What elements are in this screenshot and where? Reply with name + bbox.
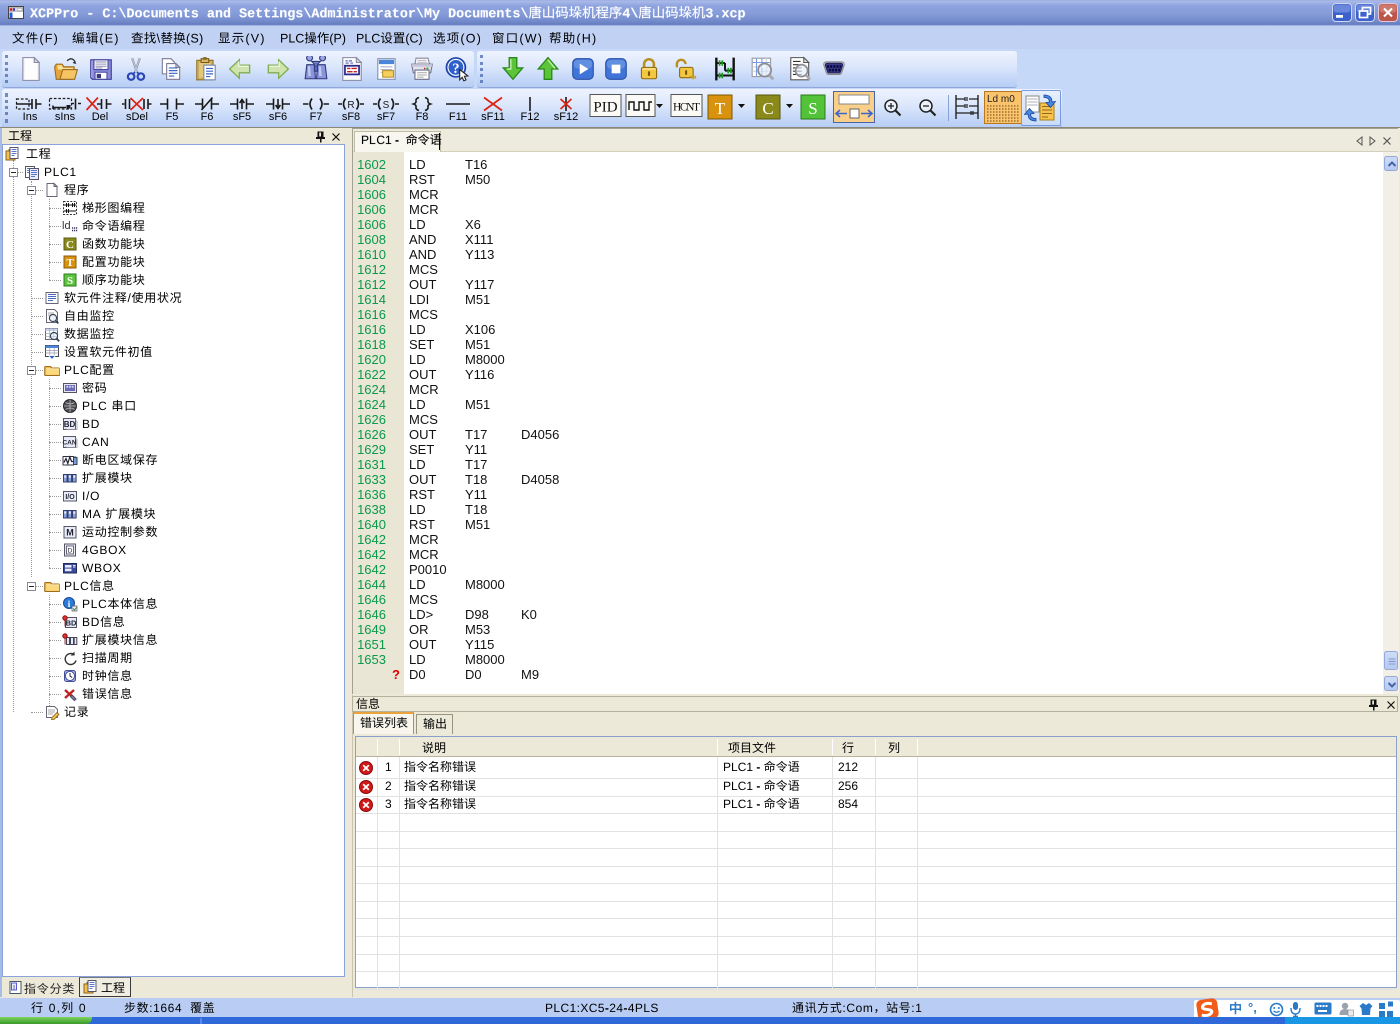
- svg-text:S: S: [808, 99, 817, 118]
- svg-text:PID: PID: [593, 100, 617, 116]
- svg-text:T: T: [66, 257, 74, 269]
- svg-text:BD: BD: [66, 619, 77, 628]
- svg-text:I: I: [13, 985, 15, 992]
- svg-text:C: C: [66, 239, 74, 251]
- svg-text:BD: BD: [64, 420, 76, 429]
- svg-text:M: M: [66, 528, 74, 538]
- svg-text:R: R: [347, 100, 354, 111]
- svg-text:C: C: [762, 99, 773, 118]
- svg-text:T: T: [715, 99, 726, 118]
- svg-text:HCNT: HCNT: [673, 102, 700, 114]
- svg-text:I/O: I/O: [65, 494, 75, 501]
- svg-text:S: S: [383, 100, 390, 111]
- svg-text:CAN: CAN: [62, 440, 76, 447]
- svg-text:ld: ld: [62, 220, 71, 232]
- svg-text:S: S: [67, 275, 73, 287]
- svg-text:D: D: [68, 548, 73, 555]
- svg-text:***: ***: [66, 386, 74, 393]
- svg-text:Ld m0: Ld m0: [987, 94, 1015, 105]
